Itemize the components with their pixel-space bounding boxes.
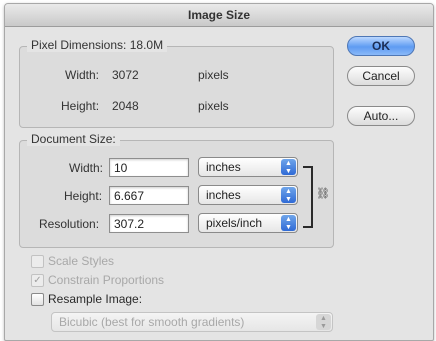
pixel-dimensions-label: Pixel Dimensions: xyxy=(31,38,127,52)
chain-link-icon: ⛓ xyxy=(316,188,330,200)
up-down-arrows-icon: ▲ ▼ xyxy=(281,159,296,175)
resolution-unit-select[interactable]: pixels/inch ▲ ▼ xyxy=(198,213,298,233)
doc-width-unit-select[interactable]: inches ▲ ▼ xyxy=(198,157,298,177)
resample-method-select[interactable]: Bicubic (best for smooth gradients) ▲ ▼ xyxy=(51,312,333,332)
pixel-dimensions-size: 18.0M xyxy=(129,38,164,52)
doc-height-unit-value: inches xyxy=(206,188,241,202)
auto-button[interactable]: Auto... xyxy=(347,106,415,126)
pixel-dimensions-legend: Pixel Dimensions: 18.0M xyxy=(27,38,168,52)
pixel-width-value: 3072 xyxy=(112,68,139,82)
pixel-width-unit: pixels xyxy=(198,68,229,82)
resolution-label: Resolution: xyxy=(39,217,100,231)
resolution-unit-value: pixels/inch xyxy=(206,216,263,230)
dialog-title: Image Size xyxy=(5,4,433,27)
document-size-legend: Document Size: xyxy=(27,132,120,146)
resample-method-value: Bicubic (best for smooth gradients) xyxy=(59,315,245,329)
doc-height-label: Height: xyxy=(64,189,103,203)
ok-button[interactable]: OK xyxy=(347,36,415,56)
doc-width-field[interactable]: 10 xyxy=(109,158,189,177)
pixel-height-value: 2048 xyxy=(112,99,139,113)
pixel-dimensions-group xyxy=(19,46,334,128)
resample-image-box xyxy=(31,293,44,306)
doc-height-unit-select[interactable]: inches ▲ ▼ xyxy=(198,185,298,205)
doc-width-unit-value: inches xyxy=(206,160,241,174)
pixel-height-label: Height: xyxy=(61,99,100,113)
doc-height-field[interactable]: 6.667 xyxy=(109,186,189,205)
resolution-field[interactable]: 307.2 xyxy=(109,214,189,233)
pixel-height-unit: pixels xyxy=(198,99,229,113)
resample-image-label: Resample Image: xyxy=(48,292,143,306)
scale-styles-box xyxy=(31,255,44,268)
doc-width-label: Width: xyxy=(69,161,104,175)
pixel-width-label: Width: xyxy=(65,68,100,82)
cancel-button[interactable]: Cancel xyxy=(347,66,415,86)
up-down-arrows-icon: ▲ ▼ xyxy=(316,314,331,330)
constrain-proportions-label: Constrain Proportions xyxy=(48,273,165,287)
up-down-arrows-icon: ▲ ▼ xyxy=(281,215,296,231)
scale-styles-label: Scale Styles xyxy=(48,254,115,268)
proportion-bracket xyxy=(303,166,313,228)
checkmark-icon: ✓ xyxy=(31,274,44,287)
image-size-dialog: Image Size Pixel Dimensions: 18.0M Width… xyxy=(4,3,434,341)
up-down-arrows-icon: ▲ ▼ xyxy=(281,187,296,203)
